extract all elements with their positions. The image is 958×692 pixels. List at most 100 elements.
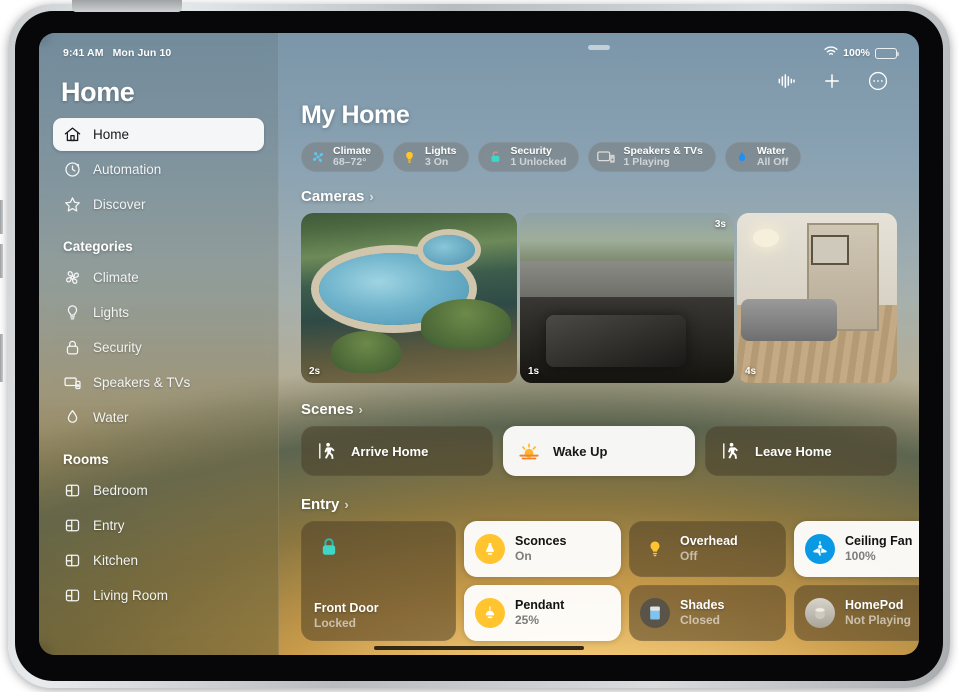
toolbar: [293, 63, 897, 99]
lightbulb-icon: [63, 303, 82, 322]
homepod-icon: [805, 598, 835, 628]
sidebar-item-kitchen[interactable]: Kitchen: [53, 544, 264, 577]
star-icon: [63, 195, 82, 214]
add-button[interactable]: [819, 68, 845, 94]
sidebar-categories-label: Categories: [63, 239, 133, 254]
volume-up-button[interactable]: [0, 200, 3, 234]
sidebar-item-label: Automation: [93, 162, 162, 177]
sidebar-item-lights[interactable]: Lights: [53, 296, 264, 329]
status-chip-security[interactable]: Security 1 Unlocked: [478, 142, 580, 172]
sidebar-item-living-room[interactable]: Living Room: [53, 579, 264, 612]
figure-walk-out-icon: [719, 439, 743, 463]
room-icon: [63, 516, 82, 535]
status-time: 9:41 AM: [63, 47, 104, 59]
home-indicator[interactable]: [374, 646, 584, 650]
status-bar-left: 9:41 AM Mon Jun 10: [53, 43, 264, 63]
status-chip-water[interactable]: Water All Off: [724, 142, 802, 172]
sidebar-item-home[interactable]: Home: [53, 118, 264, 151]
page-title: My Home: [301, 101, 410, 129]
accessory-tile-ceiling-fan[interactable]: Ceiling Fan 100%: [794, 521, 919, 577]
lock-icon: [63, 338, 82, 357]
scene-tile-wake-up[interactable]: Wake Up: [503, 426, 695, 476]
camera-tile-living-room[interactable]: 4s: [737, 213, 897, 383]
accessory-state: 25%: [515, 613, 540, 628]
water-drop-icon: [63, 408, 82, 427]
more-options-button[interactable]: [865, 68, 891, 94]
accessory-tile-front-door[interactable]: Front Door Locked: [301, 521, 456, 641]
scene-tile-arrive-home[interactable]: Arrive Home: [301, 426, 493, 476]
sidebar-title: Home: [61, 77, 135, 107]
sidebar-item-label: Speakers & TVs: [93, 375, 191, 390]
accessory-name: Ceiling Fan: [845, 534, 913, 549]
accessory-tile-pendant[interactable]: Pendant 25%: [464, 585, 621, 641]
waveform-icon[interactable]: [773, 68, 799, 94]
scene-label: Arrive Home: [351, 443, 429, 459]
sidebar-item-automation[interactable]: Automation: [53, 153, 264, 186]
sidebar-item-water[interactable]: Water: [53, 401, 264, 434]
lightbulb-icon: [640, 534, 670, 564]
room-icon: [63, 551, 82, 570]
split-view-grabber[interactable]: [588, 45, 610, 50]
chip-value: 1 Unlocked: [510, 156, 567, 168]
device-camera-strip: [72, 0, 182, 12]
main-content: 100% My Home Climate 68–72° Lights 3 On …: [279, 33, 919, 655]
clock-arrow-icon: [63, 160, 82, 179]
lock-closed-icon: [314, 532, 344, 562]
sidebar-item-security[interactable]: Security: [53, 331, 264, 364]
sidebar-item-label: Entry: [93, 518, 125, 533]
lightbulb-icon: [402, 149, 418, 165]
sidebar-item-bedroom[interactable]: Bedroom: [53, 474, 264, 507]
accessory-tile-overhead[interactable]: Overhead Off: [629, 521, 786, 577]
status-chip-lights[interactable]: Lights 3 On: [392, 142, 470, 172]
cameras-section-header[interactable]: Cameras ›: [293, 188, 897, 205]
sidebar-item-discover[interactable]: Discover: [53, 188, 264, 221]
chevron-right-icon: ›: [369, 189, 374, 204]
wifi-icon: [824, 46, 838, 60]
accessory-tile-sconces[interactable]: Sconces On: [464, 521, 621, 577]
sidebar-item-entry[interactable]: Entry: [53, 509, 264, 542]
camera-tile-pool[interactable]: 2s: [301, 213, 517, 383]
accessory-state: Not Playing: [845, 613, 912, 628]
accessory-tile-shades[interactable]: Shades Closed: [629, 585, 786, 641]
sidebar-item-label: Security: [93, 340, 142, 355]
volume-down-button[interactable]: [0, 244, 3, 278]
room-icon: [63, 481, 82, 500]
figure-walk-in-icon: [315, 439, 339, 463]
scene-tile-leave-home[interactable]: Leave Home: [705, 426, 897, 476]
window-shade-icon: [640, 598, 670, 628]
camera-timestamp: 4s: [745, 366, 757, 377]
scene-label: Leave Home: [755, 443, 832, 459]
entry-accessories-grid: Front Door Locked Sconces On Overhead Of…: [301, 521, 919, 641]
status-chip-speakers-tvs[interactable]: Speakers & TVs 1 Playing: [588, 142, 716, 172]
accessory-name: Overhead: [680, 534, 738, 549]
camera-timestamp: 2s: [309, 366, 321, 377]
camera-tile-driveway[interactable]: 3s 1s: [520, 213, 734, 383]
section-title: Entry: [301, 496, 340, 513]
fan-icon: [63, 268, 82, 287]
accessory-state: Locked: [314, 615, 357, 630]
sidebar-item-label: Kitchen: [93, 553, 139, 568]
pendant-lamp-icon: [475, 598, 505, 628]
section-title: Cameras: [301, 188, 365, 205]
entry-section-header[interactable]: Entry ›: [293, 496, 897, 513]
lock-open-icon: [487, 149, 503, 165]
sidebar-item-speakers-tvs[interactable]: Speakers & TVs: [53, 366, 264, 399]
sidebar-item-label: Water: [93, 410, 129, 425]
accessory-state: On: [515, 549, 532, 564]
sunrise-icon: [517, 439, 541, 463]
chevron-right-icon: ›: [344, 497, 349, 512]
status-date: Mon Jun 10: [112, 47, 172, 59]
accessory-tile-homepod[interactable]: HomePod Not Playing: [794, 585, 919, 641]
power-button[interactable]: [0, 334, 3, 382]
scenes-section-header[interactable]: Scenes ›: [293, 401, 897, 418]
sidebar-item-climate[interactable]: Climate: [53, 261, 264, 294]
status-chip-climate[interactable]: Climate 68–72°: [301, 142, 384, 172]
sidebar-item-label: Home: [93, 127, 130, 142]
ipad-device-frame: 9:41 AM Mon Jun 10 Home Home Automation: [0, 0, 950, 688]
accessory-state: Off: [680, 549, 698, 564]
camera-timestamp: 3s: [714, 219, 726, 230]
chip-value: All Off: [756, 156, 789, 168]
battery-percent-label: 100%: [843, 47, 870, 59]
accessory-name: Shades: [680, 598, 725, 613]
sconce-lamp-icon: [475, 534, 505, 564]
